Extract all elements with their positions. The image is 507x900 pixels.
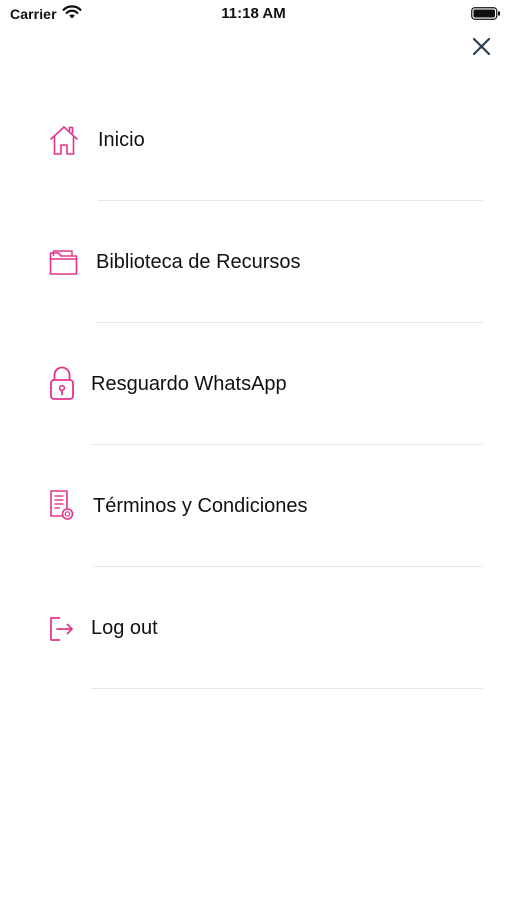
clock-time: 11:18 AM: [221, 5, 286, 22]
home-icon: [48, 124, 80, 156]
menu-item-biblioteca[interactable]: Biblioteca de Recursos: [0, 222, 507, 302]
menu-divider: [93, 566, 483, 567]
menu-item-resguardo-whatsapp[interactable]: Resguardo WhatsApp: [0, 344, 507, 424]
close-button[interactable]: [467, 32, 497, 62]
logout-icon: [48, 614, 80, 646]
menu-item-terminos-condiciones[interactable]: Términos y Condiciones: [0, 466, 507, 546]
menu-item-label: Resguardo WhatsApp: [91, 373, 287, 395]
document-icon: [48, 488, 80, 520]
menu-item-inicio[interactable]: Inicio: [0, 100, 507, 180]
status-bar: Carrier 11:18 AM: [0, 0, 507, 28]
lock-icon: [46, 366, 78, 400]
battery-icon: [471, 7, 501, 20]
menu-item-label: Biblioteca de Recursos: [96, 251, 301, 273]
menu-divider: [96, 322, 483, 323]
folder-icon: [48, 246, 80, 278]
menu-divider: [91, 444, 483, 445]
menu-item-label: Log out: [91, 617, 158, 639]
menu-item-label: Inicio: [98, 129, 145, 151]
menu-divider: [98, 200, 483, 201]
menu-item-label: Términos y Condiciones: [93, 495, 308, 517]
menu-divider: [91, 688, 483, 689]
close-icon: [472, 37, 491, 56]
menu-item-log-out[interactable]: Log out: [0, 588, 507, 668]
